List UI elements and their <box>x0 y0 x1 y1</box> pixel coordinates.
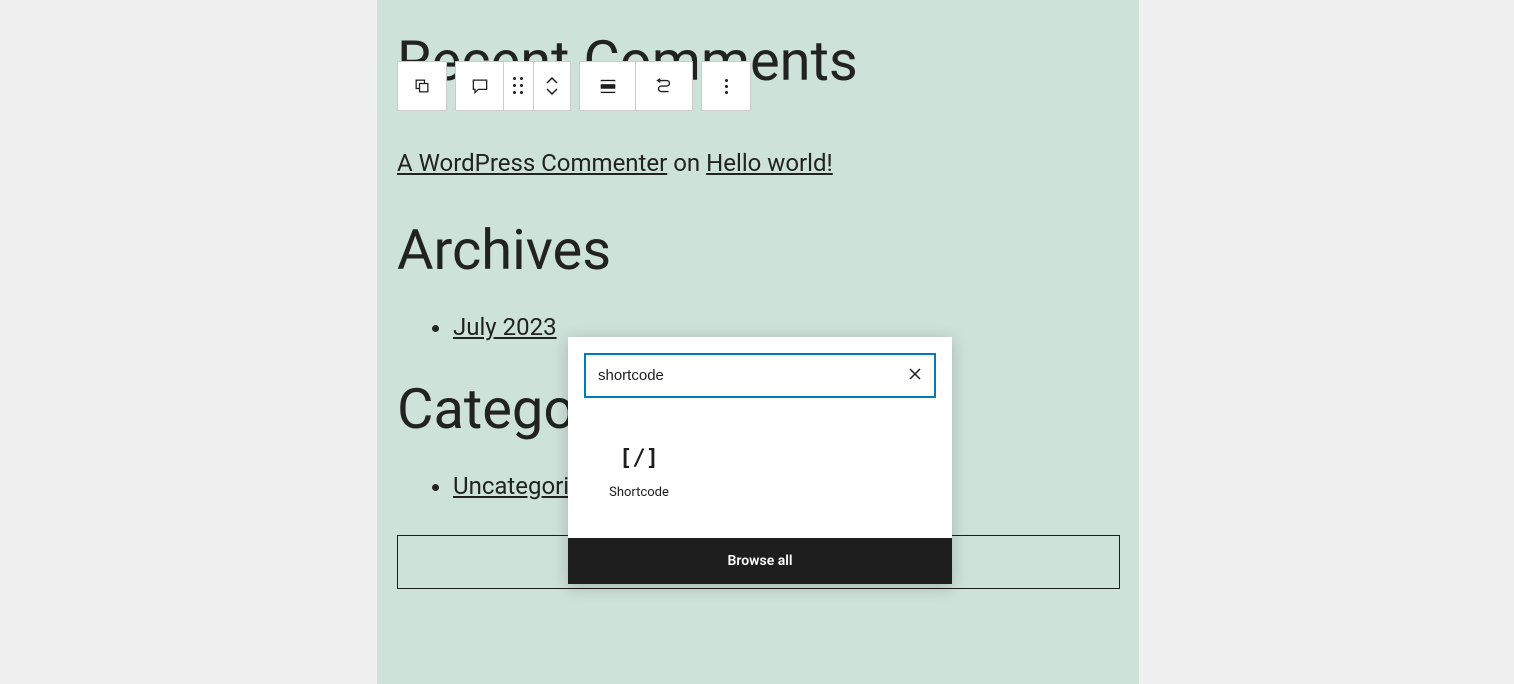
more-icon <box>725 79 728 94</box>
block-results: [/] Shortcode <box>568 414 952 538</box>
shortcode-icon: [/] <box>619 446 659 471</box>
move-buttons[interactable] <box>534 62 570 110</box>
browse-all-button[interactable]: Browse all <box>568 538 952 584</box>
parent-block-button[interactable] <box>397 61 447 111</box>
transform-button[interactable] <box>636 62 692 110</box>
clear-search-button[interactable] <box>908 365 922 386</box>
transform-icon <box>653 75 675 97</box>
close-icon <box>908 367 922 381</box>
more-options-button[interactable] <box>702 62 750 110</box>
comment-icon <box>470 76 490 96</box>
on-text: on <box>673 149 700 177</box>
block-search-input[interactable] <box>598 367 908 384</box>
toolbar-group <box>455 61 571 111</box>
drag-handle[interactable] <box>504 62 534 110</box>
comment-entry: A WordPress Commenter on Hello world! <box>397 149 1119 177</box>
align-button[interactable] <box>580 62 636 110</box>
toolbar-group-3 <box>701 61 751 111</box>
block-label: Shortcode <box>609 485 669 500</box>
search-input-container <box>584 353 936 398</box>
group-icon <box>412 76 432 96</box>
toolbar-group-2 <box>579 61 693 111</box>
block-toolbar <box>397 61 751 111</box>
move-arrows-icon <box>546 77 558 95</box>
comment-post-link[interactable]: Hello world! <box>706 149 833 177</box>
align-icon <box>597 75 619 97</box>
archives-heading[interactable]: Archives <box>397 217 1119 283</box>
comment-author-link[interactable]: A WordPress Commenter <box>397 149 667 177</box>
block-type-button[interactable] <box>456 62 504 110</box>
block-item-shortcode[interactable]: [/] Shortcode <box>584 432 694 514</box>
archive-link[interactable]: July 2023 <box>453 313 557 341</box>
drag-icon <box>513 77 524 95</box>
search-wrapper <box>568 337 952 414</box>
block-inserter-popup: [/] Shortcode Browse all <box>568 337 952 584</box>
